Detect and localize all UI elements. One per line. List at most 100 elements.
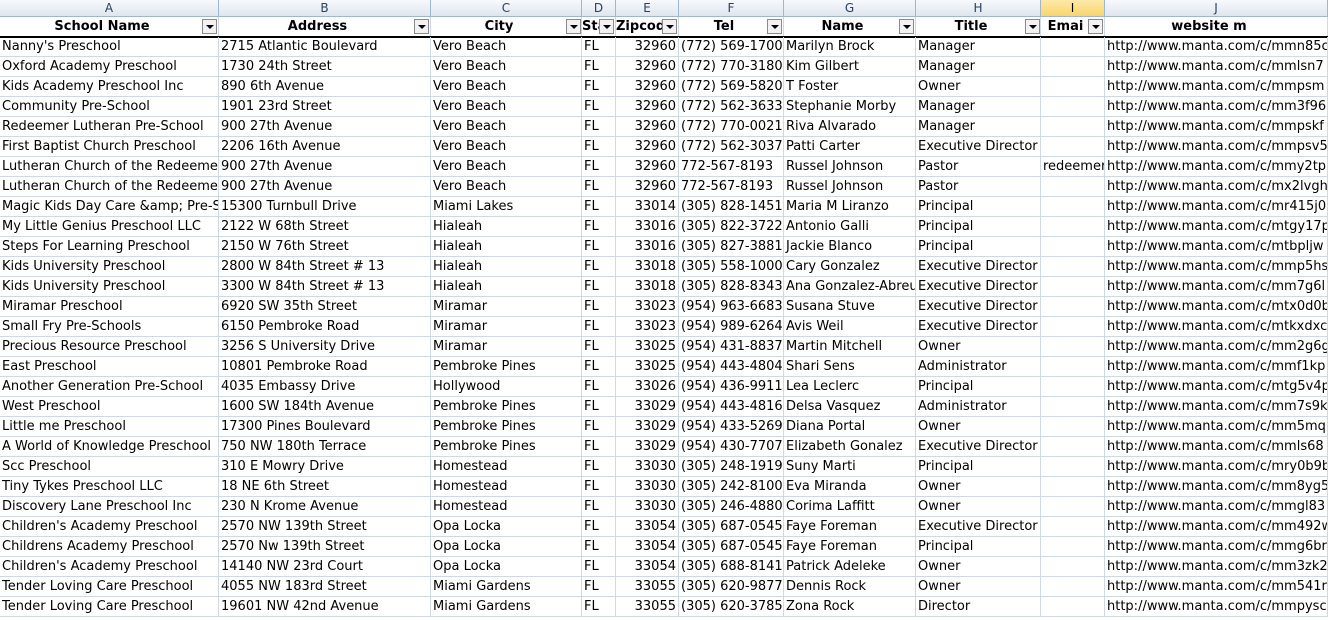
cell-tel[interactable]: (305) 828-8343: [679, 277, 784, 297]
column-header-a[interactable]: A: [0, 0, 219, 16]
cell-state[interactable]: FL: [582, 377, 616, 397]
cell-title[interactable]: Executive Director: [916, 317, 1041, 337]
cell-city[interactable]: Pembroke Pines: [431, 437, 582, 457]
cell-address[interactable]: 310 E Mowry Drive: [219, 457, 431, 477]
cell-state[interactable]: FL: [582, 237, 616, 257]
cell-zipcode[interactable]: 33014: [616, 197, 679, 217]
cell-city[interactable]: Miramar: [431, 337, 582, 357]
cell-school-name[interactable]: First Baptist Church Preschool: [0, 137, 219, 157]
filter-dropdown-icon[interactable]: [899, 19, 914, 34]
cell-zipcode[interactable]: 33023: [616, 297, 679, 317]
cell-city[interactable]: Pembroke Pines: [431, 397, 582, 417]
cell-title[interactable]: Owner: [916, 477, 1041, 497]
cell-tel[interactable]: (305) 620-3785: [679, 597, 784, 617]
cell-zipcode[interactable]: 32960: [616, 57, 679, 77]
cell-name[interactable]: Corima Laffitt: [784, 497, 916, 517]
cell-zipcode[interactable]: 33025: [616, 337, 679, 357]
cell-zipcode[interactable]: 33025: [616, 357, 679, 377]
cell-zipcode[interactable]: 33054: [616, 537, 679, 557]
cell-name[interactable]: Jackie Blanco: [784, 237, 916, 257]
cell-state[interactable]: FL: [582, 317, 616, 337]
cell-address[interactable]: 2715 Atlantic Boulevard: [219, 37, 431, 57]
cell-website-m[interactable]: http://www.manta.com/c/mmp5hs: [1105, 257, 1328, 277]
cell-tel[interactable]: (954) 443-4816: [679, 397, 784, 417]
cell-tel[interactable]: (305) 246-4880: [679, 497, 784, 517]
cell-name[interactable]: Stephanie Morby: [784, 97, 916, 117]
cell-email[interactable]: [1041, 337, 1105, 357]
cell-email[interactable]: [1041, 317, 1105, 337]
cell-city[interactable]: Hialeah: [431, 257, 582, 277]
filter-dropdown-icon[interactable]: [662, 19, 677, 34]
cell-email[interactable]: [1041, 257, 1105, 277]
cell-tel[interactable]: (305) 822-3722: [679, 217, 784, 237]
cell-state[interactable]: FL: [582, 57, 616, 77]
cell-city[interactable]: Pembroke Pines: [431, 357, 582, 377]
cell-name[interactable]: Zona Rock: [784, 597, 916, 617]
cell-zipcode[interactable]: 33030: [616, 477, 679, 497]
cell-website-m[interactable]: http://www.manta.com/c/mm3f96: [1105, 97, 1328, 117]
cell-school-name[interactable]: East Preschool: [0, 357, 219, 377]
cell-email[interactable]: [1041, 517, 1105, 537]
cell-title[interactable]: Executive Director: [916, 257, 1041, 277]
cell-zipcode[interactable]: 33029: [616, 417, 679, 437]
cell-state[interactable]: FL: [582, 157, 616, 177]
cell-website-m[interactable]: http://www.manta.com/c/mtkxdxc: [1105, 317, 1328, 337]
cell-address[interactable]: 10801 Pembroke Road: [219, 357, 431, 377]
cell-city[interactable]: Vero Beach: [431, 37, 582, 57]
column-header-g[interactable]: G: [784, 0, 916, 16]
cell-school-name[interactable]: Childrens Academy Preschool: [0, 537, 219, 557]
cell-email[interactable]: [1041, 177, 1105, 197]
cell-school-name[interactable]: Kids Academy Preschool Inc: [0, 77, 219, 97]
cell-name[interactable]: Cary Gonzalez: [784, 257, 916, 277]
cell-zipcode[interactable]: 32960: [616, 177, 679, 197]
cell-city[interactable]: Hialeah: [431, 217, 582, 237]
cell-name[interactable]: Patti Carter: [784, 137, 916, 157]
cell-state[interactable]: FL: [582, 477, 616, 497]
cell-city[interactable]: Miami Gardens: [431, 597, 582, 617]
cell-school-name[interactable]: Nanny's Preschool: [0, 37, 219, 57]
cell-website-m[interactable]: http://www.manta.com/c/mmn85c: [1105, 37, 1328, 57]
cell-school-name[interactable]: Magic Kids Day Care &amp; Pre-Scho: [0, 197, 219, 217]
cell-website-m[interactable]: http://www.manta.com/c/mm7g6l: [1105, 277, 1328, 297]
cell-school-name[interactable]: Children's Academy Preschool: [0, 557, 219, 577]
cell-website-m[interactable]: http://www.manta.com/c/mmg6br: [1105, 537, 1328, 557]
cell-email[interactable]: [1041, 577, 1105, 597]
cell-name[interactable]: Kim Gilbert: [784, 57, 916, 77]
cell-email[interactable]: [1041, 537, 1105, 557]
cell-state[interactable]: FL: [582, 77, 616, 97]
cell-zipcode[interactable]: 33026: [616, 377, 679, 397]
cell-tel[interactable]: (954) 963-6683: [679, 297, 784, 317]
cell-website-m[interactable]: http://www.manta.com/c/mm541r: [1105, 577, 1328, 597]
cell-email[interactable]: [1041, 217, 1105, 237]
cell-state[interactable]: FL: [582, 417, 616, 437]
cell-address[interactable]: 6150 Pembroke Road: [219, 317, 431, 337]
cell-state[interactable]: FL: [582, 357, 616, 377]
cell-school-name[interactable]: My Little Genius Preschool LLC: [0, 217, 219, 237]
cell-email[interactable]: [1041, 417, 1105, 437]
cell-tel[interactable]: (305) 558-1000: [679, 257, 784, 277]
cell-website-m[interactable]: http://www.manta.com/c/mm2g6g: [1105, 337, 1328, 357]
cell-title[interactable]: Pastor: [916, 157, 1041, 177]
cell-title[interactable]: Manager: [916, 117, 1041, 137]
cell-title[interactable]: Principal: [916, 457, 1041, 477]
filter-dropdown-icon[interactable]: [1088, 19, 1103, 34]
cell-website-m[interactable]: http://www.manta.com/c/mmpskf: [1105, 117, 1328, 137]
cell-tel[interactable]: (772) 562-3633: [679, 97, 784, 117]
cell-address[interactable]: 3300 W 84th Street # 13: [219, 277, 431, 297]
cell-title[interactable]: Owner: [916, 557, 1041, 577]
cell-title[interactable]: Administrator: [916, 397, 1041, 417]
cell-city[interactable]: Homestead: [431, 497, 582, 517]
cell-name[interactable]: Antonio Galli: [784, 217, 916, 237]
cell-tel[interactable]: (305) 828-1451: [679, 197, 784, 217]
cell-zipcode[interactable]: 32960: [616, 97, 679, 117]
cell-title[interactable]: Manager: [916, 97, 1041, 117]
cell-zipcode[interactable]: 33055: [616, 597, 679, 617]
cell-name[interactable]: Russel Johnson: [784, 177, 916, 197]
cell-school-name[interactable]: Lutheran Church of the Redeemer &: [0, 177, 219, 197]
cell-state[interactable]: FL: [582, 557, 616, 577]
cell-email[interactable]: [1041, 437, 1105, 457]
cell-tel[interactable]: (305) 827-3881: [679, 237, 784, 257]
cell-name[interactable]: Shari Sens: [784, 357, 916, 377]
column-header-j[interactable]: J: [1105, 0, 1328, 16]
cell-title[interactable]: Manager: [916, 37, 1041, 57]
